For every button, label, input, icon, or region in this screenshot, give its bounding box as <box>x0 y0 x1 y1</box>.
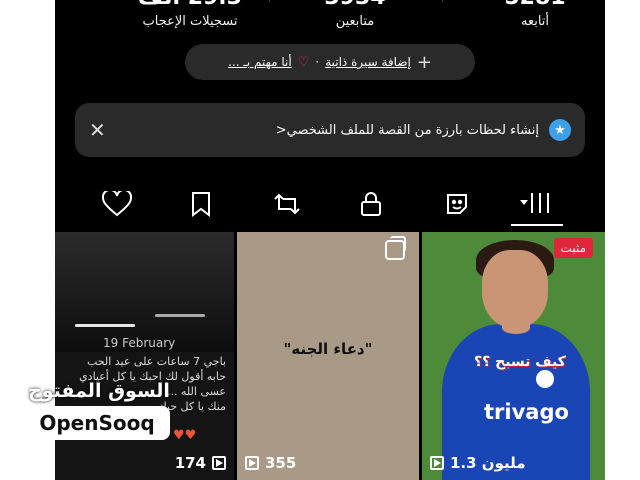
view-count: 1.3 مليون <box>430 454 526 472</box>
pinned-badge: مثبت <box>553 238 593 258</box>
video-overlay-text: كيف تسبح ؟؟ <box>474 354 566 370</box>
stat-divider <box>442 0 443 2</box>
watermark-logo: OpenSooq <box>24 406 170 440</box>
poem-line: باجي 7 ساعات على عيد الحب <box>86 355 226 368</box>
view-count-text: 355 <box>265 454 297 472</box>
heart-icon <box>102 191 132 217</box>
stat-likes[interactable]: 29.3 ألف تسجيلات الإعجاب <box>110 0 270 29</box>
tab-reposts[interactable] <box>261 182 313 226</box>
stat-following[interactable]: 5281 أتابعه <box>455 0 605 29</box>
highlights-banner[interactable]: ★ إنشاء لحظات بارزة من القصة للملف الشخص… <box>75 103 585 157</box>
play-icon <box>212 456 226 470</box>
lock-icon <box>361 192 381 216</box>
play-icon <box>245 456 259 470</box>
video-grid: كيف تسبح ؟؟ trivago مثبت 1.3 مليون "دعاء… <box>55 232 605 480</box>
star-icon: ★ <box>549 119 571 141</box>
tab-saved[interactable] <box>175 182 227 226</box>
view-count-text: 1.3 مليون <box>450 454 526 472</box>
followers-label: متابعين <box>335 14 375 29</box>
tab-liked[interactable] <box>91 182 143 226</box>
watermark-arabic: السوق المفتوح <box>28 380 170 402</box>
close-icon[interactable]: ✕ <box>89 118 106 142</box>
tab-videos[interactable] <box>511 182 563 226</box>
repost-icon <box>274 193 300 215</box>
road-lights <box>155 314 205 317</box>
shirt-sponsor: trivago <box>484 400 569 424</box>
player-face <box>482 250 548 328</box>
grid-icon <box>520 193 549 213</box>
video-title: "دعاء الجنه" <box>283 340 373 358</box>
opensooq-watermark: السوق المفتوح OpenSooq <box>24 380 174 440</box>
photo-carousel-icon <box>385 236 406 260</box>
tab-stickers[interactable] <box>431 182 483 226</box>
view-count: 355 <box>245 454 296 472</box>
stat-followers[interactable]: 3934 متابعين <box>275 0 435 29</box>
interests-link[interactable]: أنا مهتم بـ ... <box>228 55 292 69</box>
heart-outline-icon: ♡ <box>297 54 310 70</box>
bookmark-icon <box>192 192 210 217</box>
profile-tabs <box>55 182 605 230</box>
club-badge <box>536 370 554 388</box>
video-thumbnail[interactable]: "دعاء الجنه" 355 <box>237 232 419 480</box>
plus-icon: + <box>416 51 432 73</box>
sticker-icon <box>447 194 467 214</box>
view-count-text: 174 <box>174 454 206 472</box>
following-label: أتابعه <box>520 14 550 29</box>
video-thumbnail[interactable]: 19 February باجي 7 ساعات على عيد الحب حا… <box>55 232 234 480</box>
road-lights <box>75 324 135 327</box>
followers-count: 3934 <box>275 0 435 10</box>
hearts-emoji: ♥♥ <box>173 428 197 443</box>
highlights-banner-text: إنشاء لحظات بارزة من القصة للملف الشخصي< <box>275 122 539 138</box>
likes-label: تسجيلات الإعجاب <box>142 14 238 29</box>
following-count: 5281 <box>455 0 605 10</box>
add-bio-link[interactable]: إضافة سيرة ذاتية <box>325 55 411 69</box>
tab-private[interactable] <box>345 182 397 226</box>
add-bio-pill[interactable]: + إضافة سيرة ذاتية · ♡ أنا مهتم بـ ... <box>185 44 475 80</box>
view-count: 174 <box>175 454 226 472</box>
video-thumbnail[interactable]: كيف تسبح ؟؟ trivago مثبت 1.3 مليون <box>422 232 605 480</box>
profile-stats: 5281 أتابعه 3934 متابعين 29.3 ألف تسجيلا… <box>55 0 605 36</box>
likes-count: 29.3 ألف <box>110 0 270 10</box>
pill-separator: · <box>315 55 320 69</box>
date-text: 19 February <box>103 336 176 350</box>
play-icon <box>430 456 444 470</box>
